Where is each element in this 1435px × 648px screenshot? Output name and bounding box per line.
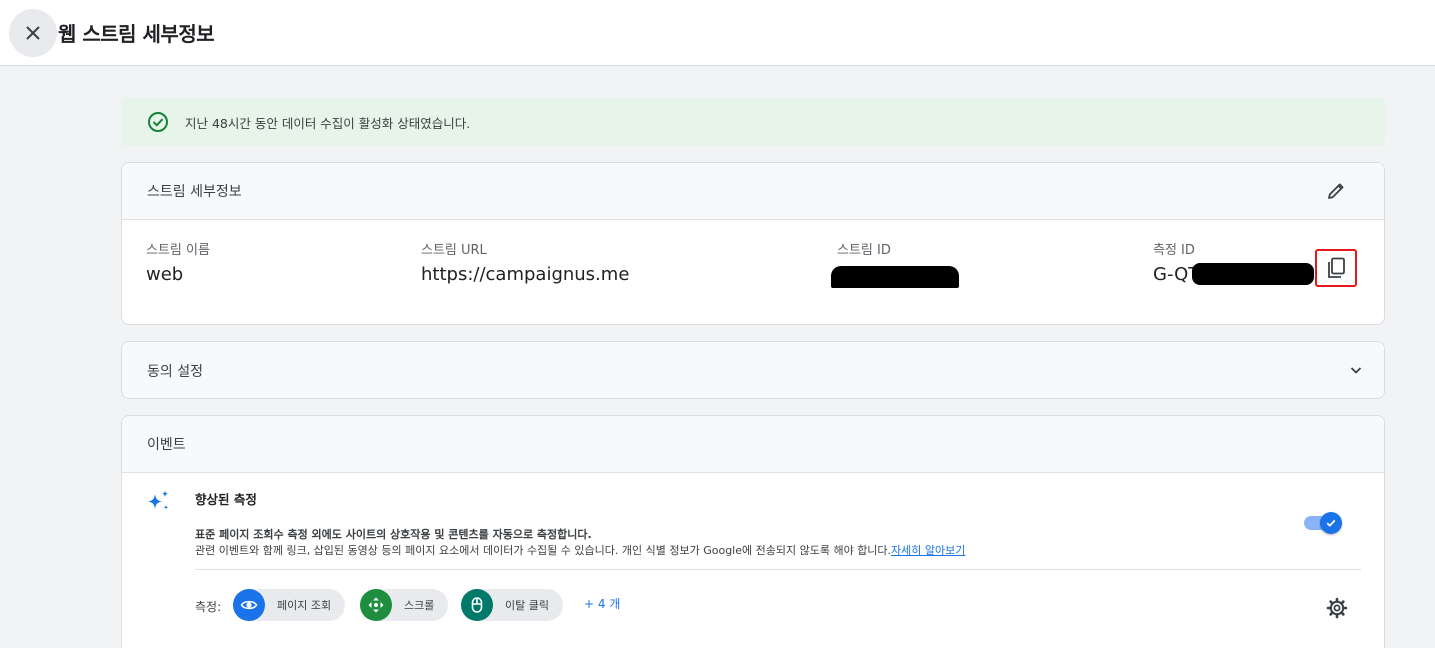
chip-label: 스크롤 (404, 599, 435, 612)
stream-url-field: 스트림 URL https://campaignus.me (421, 239, 629, 285)
chevron-down-icon[interactable] (1348, 362, 1364, 382)
close-icon (26, 26, 40, 40)
events-card: 이벤트 향상된 측정 표준 페이지 조회수 측정 외에도 사이트의 상호작용 및… (121, 415, 1385, 648)
check-circle-icon (147, 111, 169, 133)
sparkle-icon (146, 489, 172, 519)
consent-settings-header[interactable]: 동의 설정 (122, 342, 1384, 398)
chip-scroll[interactable]: 스크롤 (360, 589, 449, 621)
stream-name-value: web (146, 264, 184, 285)
measurement-id-label: 측정 ID (1153, 243, 1195, 258)
enhanced-measurement-note-text: 관련 이벤트와 함께 링크, 삽입된 동영상 등의 페이지 요소에서 데이터가 … (195, 544, 892, 557)
events-title: 이벤트 (147, 437, 186, 453)
chip-label: 이탈 클릭 (505, 599, 549, 612)
chip-label: 페이지 조회 (277, 599, 332, 612)
stream-name-label: 스트림 이름 (146, 243, 210, 258)
copy-measurement-id-button[interactable] (1315, 249, 1357, 287)
enhanced-measurement-title: 향상된 측정 (195, 492, 257, 507)
stream-url-value: https://campaignus.me (421, 264, 630, 285)
close-button[interactable] (9, 9, 57, 57)
chip-outbound-click[interactable]: 이탈 클릭 (461, 589, 563, 621)
chip-page-view[interactable]: 페이지 조회 (233, 589, 346, 621)
consent-settings-title: 동의 설정 (147, 363, 203, 380)
measure-label: 측정: (195, 600, 222, 614)
stream-details-title: 스트림 세부정보 (147, 184, 242, 200)
stream-url-label: 스트림 URL (421, 243, 487, 258)
check-icon (1326, 519, 1336, 527)
page-title: 웹 스트림 세부정보 (58, 22, 215, 46)
scroll-arrows-icon (360, 589, 392, 621)
enhanced-measurement-description: 표준 페이지 조회수 측정 외에도 사이트의 상호작용 및 콘텐츠를 자동으로 … (195, 528, 592, 541)
copy-icon (1328, 257, 1345, 278)
redacted-measurement-id (1192, 263, 1314, 285)
events-header: 이벤트 (122, 416, 1384, 473)
stream-id-label: 스트림 ID (837, 243, 891, 258)
stream-id-field: 스트림 ID (837, 239, 891, 258)
pencil-icon (1328, 183, 1344, 199)
mouse-icon (461, 589, 493, 621)
redacted-stream-id (831, 266, 959, 288)
edit-button[interactable] (1324, 179, 1348, 203)
learn-more-link[interactable]: 자세히 알아보기 (891, 544, 965, 557)
toggle-knob (1320, 512, 1342, 534)
enhanced-measurement-toggle[interactable] (1304, 512, 1342, 534)
stream-details-card: 스트림 세부정보 스트림 이름 web 스트림 URL https://camp… (121, 162, 1385, 325)
gear-icon[interactable] (1325, 596, 1349, 620)
consent-settings-card[interactable]: 동의 설정 (121, 341, 1385, 399)
top-bar: 웹 스트림 세부정보 (0, 0, 1435, 66)
more-events-link[interactable]: + 4 개 (584, 595, 620, 612)
enhanced-measurement-note: 관련 이벤트와 함께 링크, 삽입된 동영상 등의 페이지 요소에서 데이터가 … (195, 542, 965, 558)
banner-text: 지난 48시간 동안 데이터 수집이 활성화 상태였습니다. (185, 115, 471, 131)
eye-icon (233, 589, 265, 621)
status-banner: 지난 48시간 동안 데이터 수집이 활성화 상태였습니다. (121, 98, 1385, 146)
stream-details-header: 스트림 세부정보 (122, 163, 1384, 220)
divider (195, 569, 1361, 570)
stream-name-field: 스트림 이름 web (146, 239, 210, 285)
